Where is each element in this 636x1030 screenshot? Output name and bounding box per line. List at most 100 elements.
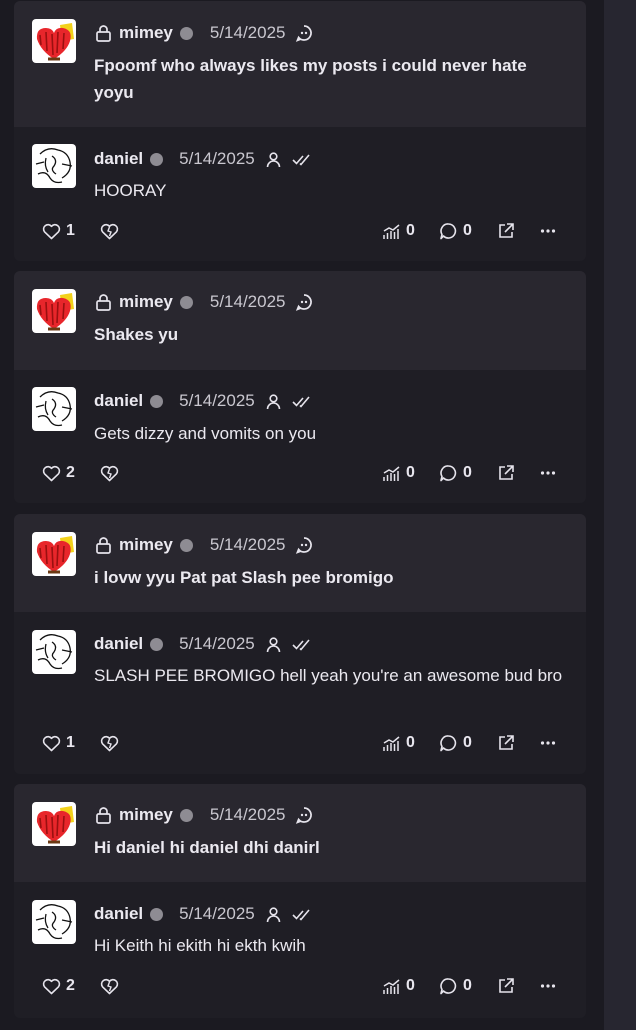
broken-heart-icon: [100, 465, 119, 481]
reply-text: Gets dizzy and vomits on you: [94, 424, 317, 443]
status-dot: [179, 808, 193, 822]
views-count: 0: [406, 464, 415, 481]
views-count: 0: [406, 734, 415, 751]
views-button[interactable]: 0: [382, 219, 415, 243]
username[interactable]: daniel: [94, 391, 143, 411]
scrollbar-track[interactable]: [604, 0, 636, 1030]
comment-icon: [440, 735, 457, 752]
more-button[interactable]: [540, 731, 556, 755]
broken-heart-icon: [100, 978, 119, 994]
comment-button[interactable]: 0: [439, 974, 472, 998]
username[interactable]: daniel: [94, 634, 143, 654]
status-dot: [150, 152, 164, 166]
views-count: 0: [406, 222, 415, 239]
comment-button[interactable]: 0: [439, 461, 472, 485]
post-date[interactable]: 5/14/2025: [179, 904, 255, 924]
views-button[interactable]: 0: [382, 731, 415, 755]
quote-text: Hi daniel hi daniel dhi danirl: [94, 838, 320, 857]
post-card: mimey 5/14/2025 Fpoomf who always likes …: [14, 1, 586, 261]
like-button[interactable]: 2: [42, 461, 75, 485]
daniel-avatar[interactable]: [32, 900, 76, 944]
daniel-avatar[interactable]: [32, 387, 76, 431]
views-chart-icon: [383, 735, 400, 751]
status-dot: [150, 637, 164, 651]
quoted-post[interactable]: mimey 5/14/2025 Shakes yu: [14, 271, 586, 370]
double-check-icon: [292, 637, 311, 651]
quote-meta: mimey 5/14/2025: [94, 804, 313, 826]
share-icon: [499, 223, 514, 238]
share-button[interactable]: [497, 731, 515, 755]
username[interactable]: daniel: [94, 149, 143, 169]
share-button[interactable]: [497, 974, 515, 998]
post-date[interactable]: 5/14/2025: [210, 535, 286, 555]
username[interactable]: mimey: [119, 23, 173, 43]
mimey-avatar[interactable]: [32, 802, 76, 846]
comment-button[interactable]: 0: [439, 219, 472, 243]
comment-icon: [440, 978, 457, 995]
comment-count: 0: [463, 977, 472, 994]
mimey-avatar[interactable]: [32, 289, 76, 333]
user-icon: [265, 636, 282, 653]
quote-bubble-icon: [295, 806, 313, 824]
post-date[interactable]: 5/14/2025: [179, 391, 255, 411]
like-count: 1: [66, 734, 75, 751]
like-button[interactable]: 2: [42, 974, 75, 998]
post-date[interactable]: 5/14/2025: [179, 149, 255, 169]
post-date[interactable]: 5/14/2025: [210, 805, 286, 825]
dislike-button[interactable]: [100, 461, 119, 485]
post-actions: 1 0 0: [14, 219, 586, 243]
views-button[interactable]: 0: [382, 974, 415, 998]
broken-heart-icon: [100, 735, 119, 751]
share-button[interactable]: [497, 461, 515, 485]
username[interactable]: mimey: [119, 805, 173, 825]
lock-icon: [94, 293, 113, 312]
status-dot: [179, 538, 193, 552]
heart-icon: [42, 223, 61, 239]
more-icon: [540, 984, 556, 988]
user-icon: [265, 906, 282, 923]
like-count: 2: [66, 977, 75, 994]
mimey-avatar[interactable]: [32, 532, 76, 576]
comment-icon: [440, 223, 457, 240]
more-button[interactable]: [540, 219, 556, 243]
quote-text: Shakes yu: [94, 325, 179, 344]
dislike-button[interactable]: [100, 219, 119, 243]
more-button[interactable]: [540, 461, 556, 485]
quoted-post[interactable]: mimey 5/14/2025 i lovw yyu Pat pat Slash…: [14, 514, 586, 612]
share-button[interactable]: [497, 219, 515, 243]
comment-button[interactable]: 0: [439, 731, 472, 755]
mimey-avatar[interactable]: [32, 19, 76, 63]
post-date[interactable]: 5/14/2025: [179, 634, 255, 654]
dislike-button[interactable]: [100, 731, 119, 755]
post-date[interactable]: 5/14/2025: [210, 292, 286, 312]
status-dot: [150, 394, 164, 408]
lock-icon: [94, 806, 113, 825]
quote-bubble-icon: [295, 536, 313, 554]
quote-meta: mimey 5/14/2025: [94, 22, 313, 44]
username[interactable]: daniel: [94, 904, 143, 924]
heart-icon: [42, 465, 61, 481]
like-count: 2: [66, 464, 75, 481]
like-button[interactable]: 1: [42, 219, 75, 243]
comment-count: 0: [463, 222, 472, 239]
quoted-post[interactable]: mimey 5/14/2025 Hi daniel hi daniel dhi …: [14, 784, 586, 882]
views-button[interactable]: 0: [382, 461, 415, 485]
quote-bubble-icon: [295, 293, 313, 311]
post-date[interactable]: 5/14/2025: [210, 23, 286, 43]
username[interactable]: mimey: [119, 535, 173, 555]
dislike-button[interactable]: [100, 974, 119, 998]
post-card: mimey 5/14/2025 i lovw yyu Pat pat Slash…: [14, 514, 586, 774]
more-icon: [540, 229, 556, 233]
quoted-post[interactable]: mimey 5/14/2025 Fpoomf who always likes …: [14, 1, 586, 127]
quote-text: Fpoomf who always likes my posts i could…: [94, 56, 527, 102]
username[interactable]: mimey: [119, 292, 173, 312]
quote-bubble-icon: [295, 24, 313, 42]
daniel-avatar[interactable]: [32, 630, 76, 674]
daniel-avatar[interactable]: [32, 144, 76, 188]
like-button[interactable]: 1: [42, 731, 75, 755]
lock-icon: [94, 24, 113, 43]
views-count: 0: [406, 977, 415, 994]
post-card: mimey 5/14/2025 Hi daniel hi daniel dhi …: [14, 784, 586, 1018]
more-button[interactable]: [540, 974, 556, 998]
reply-meta: daniel 5/14/2025: [94, 148, 311, 170]
